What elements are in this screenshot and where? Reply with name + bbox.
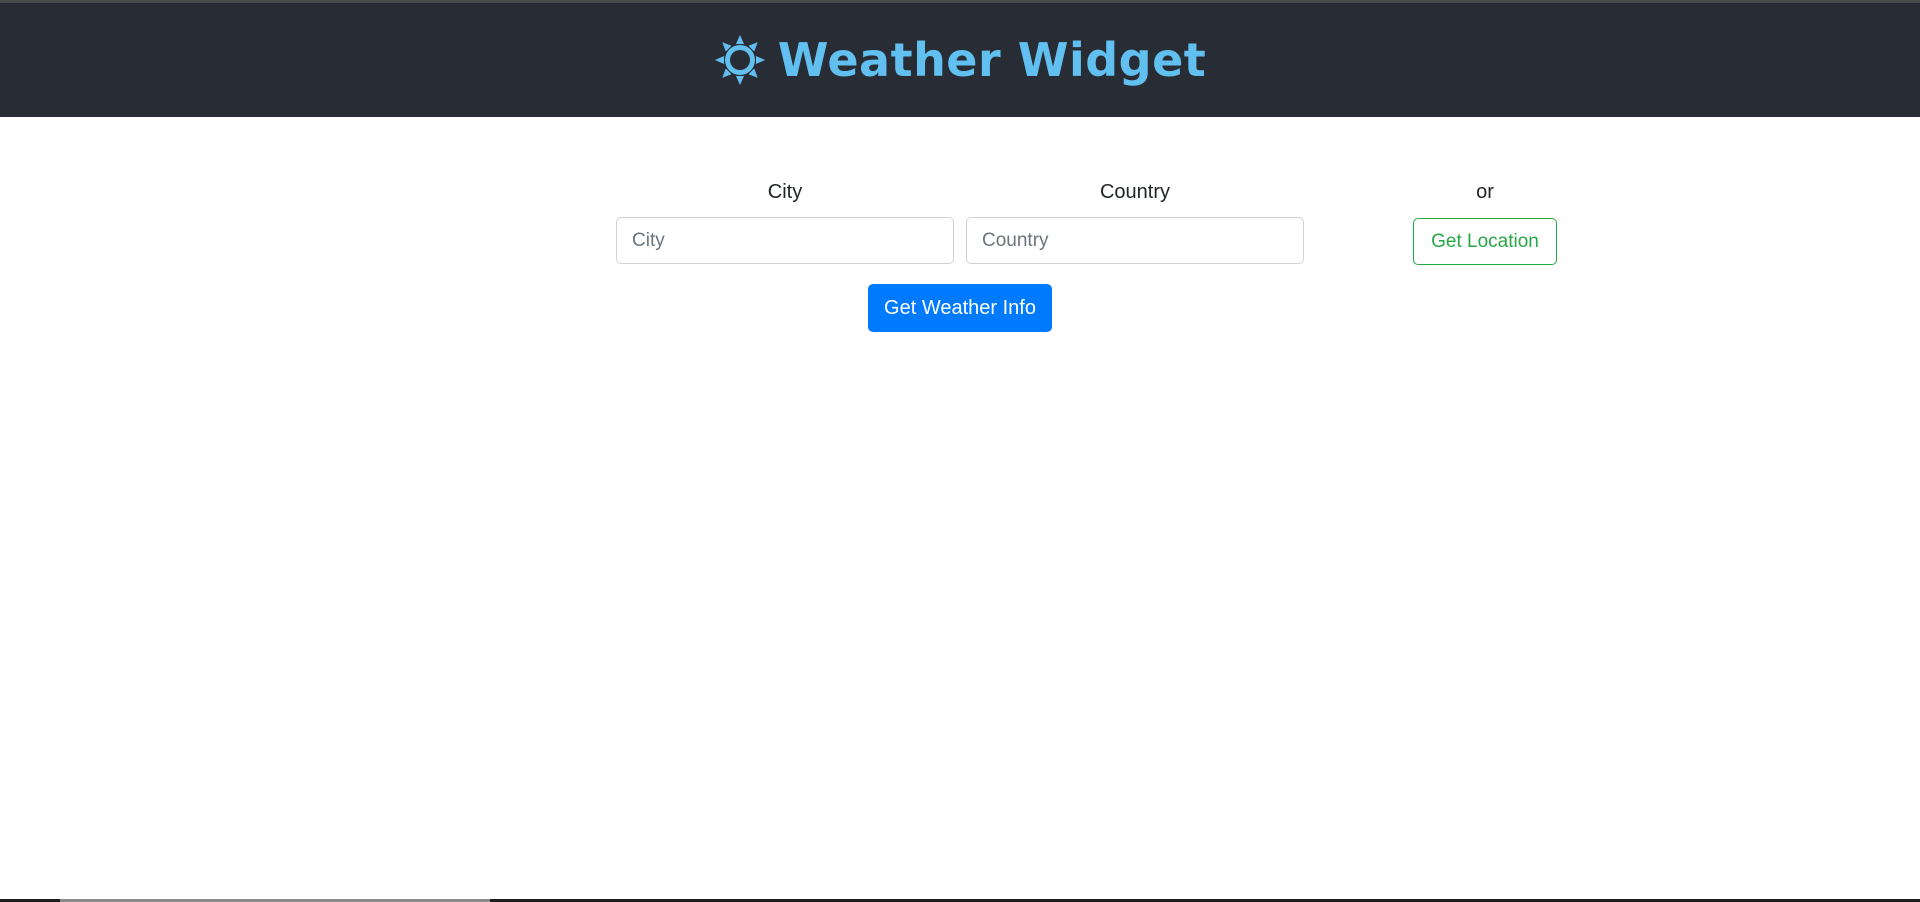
sun-icon	[714, 35, 765, 85]
or-label: or	[1476, 181, 1494, 203]
brand: Weather Widget	[714, 33, 1207, 87]
app-header: Weather Widget	[0, 3, 1920, 117]
get-location-button[interactable]: Get Location	[1413, 218, 1557, 265]
country-label: Country	[1099, 181, 1171, 203]
country-input[interactable]	[966, 217, 1304, 264]
app-title: Weather Widget	[777, 33, 1207, 87]
city-input[interactable]	[616, 217, 954, 264]
get-weather-info-button[interactable]: Get Weather Info	[868, 284, 1052, 332]
city-label: City	[767, 181, 803, 203]
